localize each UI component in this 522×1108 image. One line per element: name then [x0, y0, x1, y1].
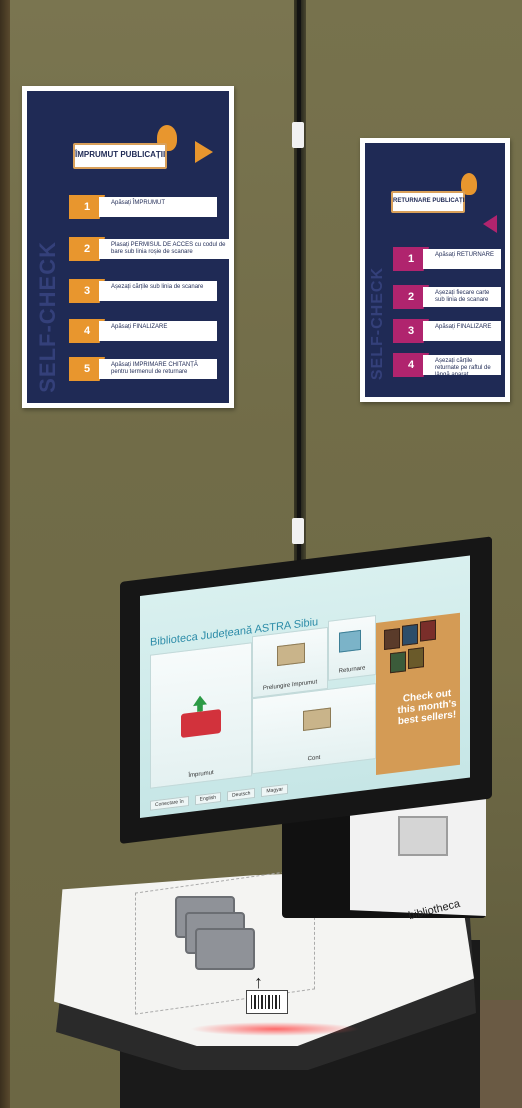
- return-button[interactable]: Returnare: [328, 615, 376, 681]
- lang-deutsch-button[interactable]: Deutsch: [227, 787, 256, 802]
- book-cover: [402, 623, 418, 646]
- step-text: Apăsați FINALIZARE: [423, 321, 501, 341]
- poster-borrow-background: SELF-CHECK ÎMPRUMUT PUBLICAȚII 1 Apăsați…: [27, 91, 229, 403]
- scan-laser-line: [190, 1022, 360, 1036]
- borrow-button[interactable]: Împrumut: [150, 642, 252, 789]
- poster-borrow: SELF-CHECK ÎMPRUMUT PUBLICAȚII 1 Apăsați…: [22, 86, 234, 408]
- step-text: Apăsați ÎMPRUMUT: [99, 197, 217, 217]
- step-text: Apăsați RETURNARE: [423, 249, 501, 269]
- poster-step: 1 Apăsați ÎMPRUMUT: [69, 195, 217, 219]
- poster-step: 1 Apăsați RETURNARE: [393, 247, 501, 271]
- books-icon: [175, 890, 265, 970]
- poster-step: 4 Apăsați FINALIZARE: [69, 319, 217, 343]
- decor-triangle: [483, 215, 497, 233]
- poster-step: 3 Așezați cărțile sub linia de scanare: [69, 279, 217, 303]
- step-text: Așezați fiecare carte sub linia de scana…: [423, 287, 501, 307]
- photo-scene: SELF-CHECK ÎMPRUMUT PUBLICAȚII 1 Apăsați…: [0, 0, 522, 1108]
- step-text: Apăsați FINALIZARE: [99, 321, 217, 341]
- kiosk-screen: Biblioteca Județeană ASTRA Sibiu Împrumu…: [140, 555, 470, 818]
- book-cover: [408, 647, 424, 670]
- poster-vertical-label: SELF-CHECK: [35, 241, 60, 393]
- borrow-label: Împrumut: [188, 769, 214, 780]
- book-cover: [420, 619, 436, 642]
- lang-magyar-button[interactable]: Magyar: [261, 783, 289, 798]
- poster-title: ÎMPRUMUT PUBLICAȚII: [73, 143, 167, 169]
- poster-return-background: SELF-CHECK RETURNARE PUBLICAȚII 1 Apăsaț…: [365, 143, 505, 397]
- book-cover: [390, 651, 406, 674]
- poster-step: 2 Plasați PERMISUL DE ACCES cu codul de …: [69, 237, 229, 261]
- best-sellers-banner[interactable]: Check out this month's best sellers!: [376, 612, 460, 776]
- decor-triangle: [195, 141, 213, 163]
- poster-step: 5 Apăsați IMPRIMARE CHITANȚĂ pentru term…: [69, 357, 217, 381]
- receipt-slot: [398, 816, 448, 856]
- barcode-icon: [246, 990, 288, 1014]
- login-button[interactable]: Conectare în: [150, 796, 189, 811]
- cart-icon: [181, 709, 221, 738]
- cable: [297, 0, 301, 600]
- account-button[interactable]: Cont: [252, 683, 376, 775]
- book-shape: [195, 928, 255, 970]
- account-icon: [303, 707, 331, 731]
- renew-button[interactable]: Prelungire împrumut: [252, 626, 328, 699]
- step-text: Plasați PERMISUL DE ACCES cu codul de ba…: [99, 239, 229, 259]
- ad-text: Check out this month's best sellers!: [397, 687, 457, 728]
- cable-clip: [292, 518, 304, 544]
- poster-step: 4 Așezați cărțile returnate pe raftul de…: [393, 353, 501, 377]
- poster-step: 3 Apăsați FINALIZARE: [393, 319, 501, 343]
- lang-english-button[interactable]: English: [194, 792, 222, 806]
- return-icon: [339, 629, 361, 653]
- step-text: Apăsați IMPRIMARE CHITANȚĂ pentru termen…: [99, 359, 217, 379]
- cable-clip: [292, 122, 304, 148]
- poster-title: RETURNARE PUBLICAȚII: [391, 191, 466, 213]
- account-label: Cont: [307, 754, 321, 763]
- book-cover: [384, 628, 400, 651]
- poster-return: SELF-CHECK RETURNARE PUBLICAȚII 1 Apăsaț…: [360, 138, 510, 402]
- step-text: Așezați cărțile sub linia de scanare: [99, 281, 217, 301]
- return-label: Returnare: [338, 665, 366, 675]
- calendar-icon: [277, 642, 305, 667]
- step-text: Așezați cărțile returnate pe raftul de l…: [423, 355, 501, 375]
- poster-vertical-label: SELF-CHECK: [369, 267, 386, 381]
- poster-step: 2 Așezați fiecare carte sub linia de sca…: [393, 285, 501, 309]
- wooden-edge: [0, 0, 10, 1108]
